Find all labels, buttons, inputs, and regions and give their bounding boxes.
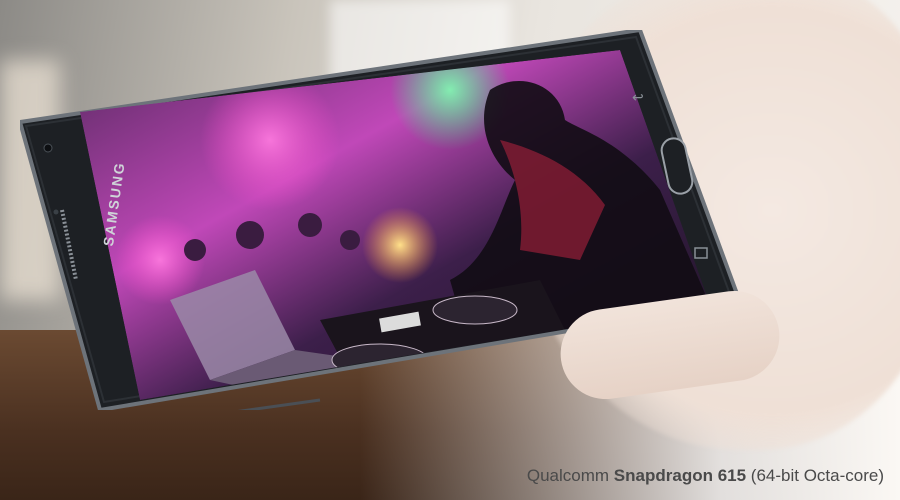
caption-highlight: Snapdragon 615 xyxy=(613,466,747,485)
sensor-dot xyxy=(53,209,59,215)
back-key-icon[interactable]: ↩ xyxy=(632,90,644,106)
caption: Qualcomm Snapdragon 615 (64-bit Octa-cor… xyxy=(527,466,884,486)
volume-button xyxy=(237,398,321,410)
caption-suffix: (64-bit Octa-core) xyxy=(750,466,884,485)
caption-prefix: Qualcomm xyxy=(526,466,610,485)
front-camera xyxy=(43,143,53,153)
product-photo: ↩ SAMSUNG Qualcomm Snapdragon 615 (64-bi… xyxy=(0,0,900,500)
